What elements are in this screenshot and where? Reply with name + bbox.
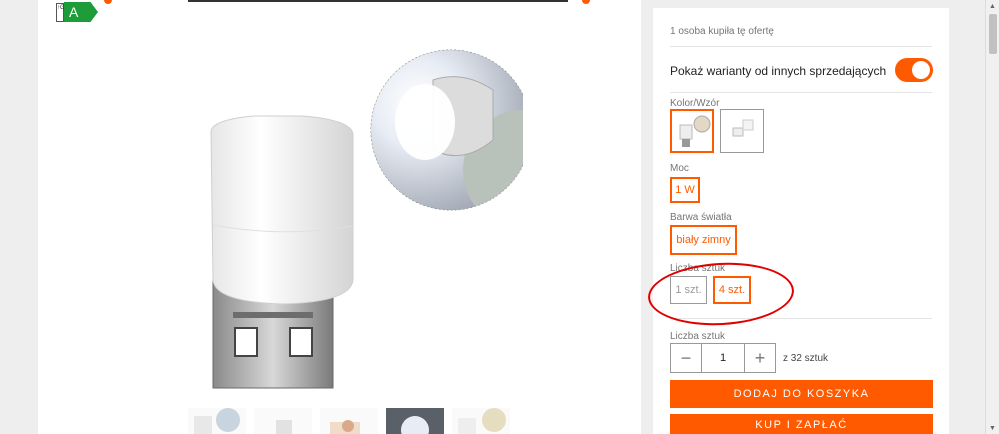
- energy-class: A: [64, 2, 98, 22]
- thumbnail-selected[interactable]: [386, 408, 444, 434]
- toggle-knob: [912, 61, 930, 79]
- quantity-available: z 32 sztuk: [783, 353, 829, 364]
- product-main-image[interactable]: [163, 40, 523, 400]
- thumbnail[interactable]: [452, 408, 510, 434]
- energy-label-badge[interactable]: ↑G A: [56, 0, 100, 22]
- thumbnail[interactable]: [254, 408, 312, 434]
- thumbnail[interactable]: [320, 408, 378, 434]
- color-label: Kolor/Wzór: [670, 98, 720, 109]
- power-option[interactable]: 1 W: [670, 177, 700, 203]
- chevron-up-icon[interactable]: ▲: [989, 3, 996, 10]
- light-color-label: Barwa światła: [670, 212, 732, 223]
- thumbnail-strip: [188, 408, 510, 434]
- power-label: Moc: [670, 163, 689, 174]
- color-option-cold[interactable]: [720, 109, 764, 153]
- quantity-stepper: − 1 +: [670, 343, 776, 373]
- chevron-down-icon[interactable]: ▼: [989, 425, 996, 432]
- thumbnail[interactable]: [188, 408, 246, 434]
- scrollbar[interactable]: ▲ ▼: [985, 0, 999, 434]
- plus-icon[interactable]: +: [745, 344, 775, 372]
- energy-scale: ↑G: [56, 3, 65, 22]
- quantity-label: Liczba sztuk: [670, 331, 726, 342]
- purchases-count: 1 osoba kupiła tę ofertę: [670, 26, 774, 37]
- purchase-panel: 1 osoba kupiła tę ofertę Pokaż warianty …: [653, 8, 949, 434]
- quantity-input[interactable]: 1: [701, 344, 745, 372]
- divider: [670, 92, 932, 93]
- divider: [670, 46, 932, 47]
- header-divider: [188, 0, 568, 2]
- show-variants-label: Pokaż warianty od innych sprzedających: [670, 64, 887, 78]
- scrollbar-thumb[interactable]: [989, 14, 997, 54]
- buy-now-button[interactable]: KUP I ZAPŁAĆ: [670, 414, 933, 434]
- orange-dot-icon: [104, 0, 112, 4]
- add-to-cart-button[interactable]: DODAJ DO KOSZYKA: [670, 380, 933, 408]
- product-gallery: ↑G A: [38, 0, 641, 434]
- color-option-warm[interactable]: [670, 109, 714, 153]
- light-option[interactable]: biały zimny: [670, 225, 737, 255]
- orange-dot-icon: [582, 0, 590, 4]
- minus-icon[interactable]: −: [671, 344, 701, 372]
- show-variants-toggle[interactable]: [895, 58, 933, 82]
